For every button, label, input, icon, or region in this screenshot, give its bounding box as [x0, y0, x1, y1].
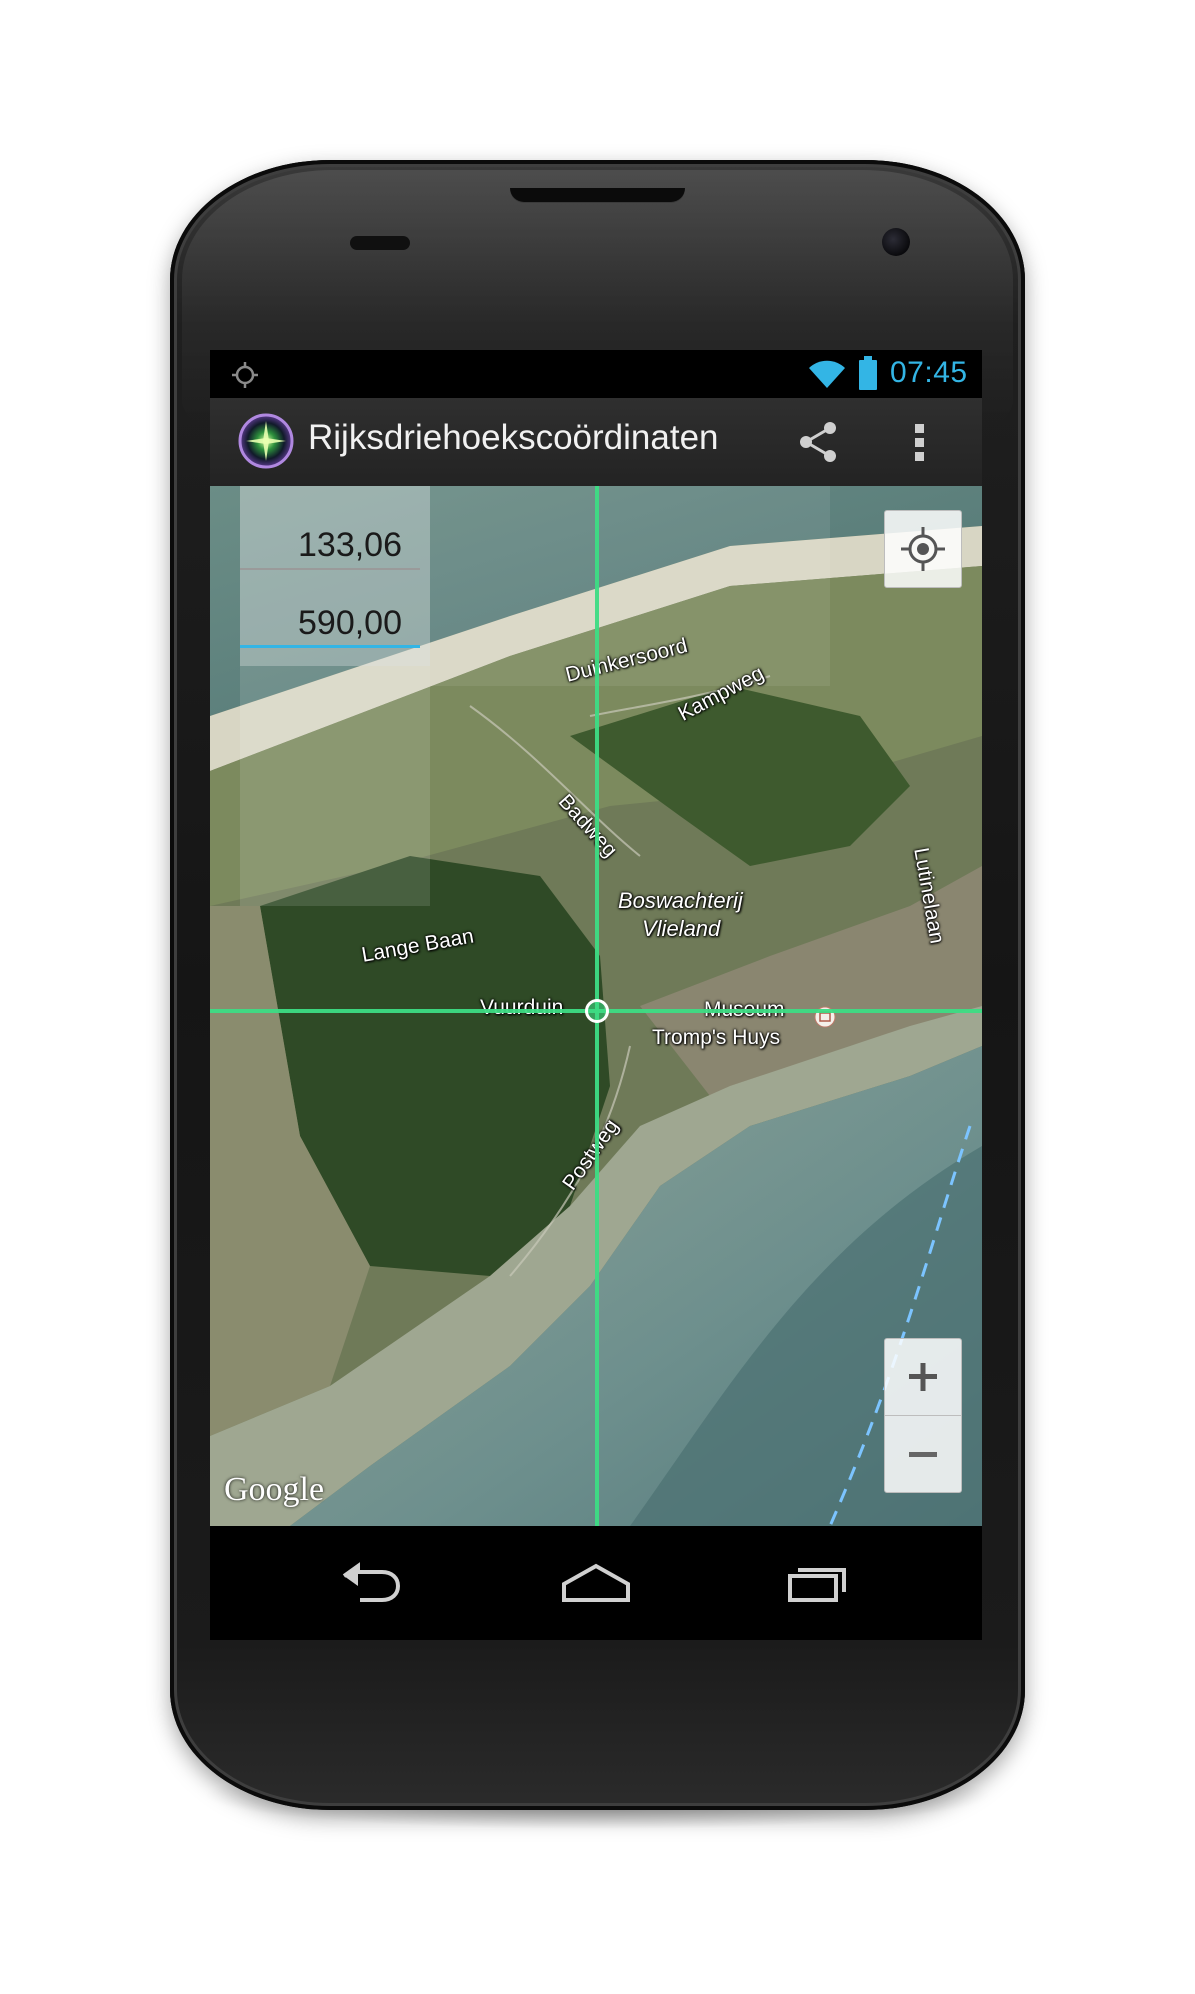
proximity-sensor [350, 236, 410, 250]
navigation-bar [210, 1526, 982, 1640]
app-title: Rijksdriehoekscoördinaten [308, 418, 719, 457]
plus-icon [909, 1363, 937, 1391]
map-label-vuurduin: Vuurduin [480, 996, 564, 1019]
google-attribution: Google [224, 1471, 325, 1508]
recent-apps-icon[interactable] [780, 1554, 860, 1610]
zoom-in-button[interactable] [884, 1338, 962, 1416]
earpiece [510, 188, 685, 202]
action-bar: Rijksdriehoekscoördinaten [210, 398, 982, 487]
y-coordinate-field[interactable]: 590,00 [240, 598, 420, 648]
share-icon[interactable] [790, 414, 846, 470]
stage: 07:45 Rijksdriehoekscoördinaten Duinkers… [0, 0, 1195, 1994]
status-time: 07:45 [890, 356, 968, 389]
zoom-out-button[interactable] [884, 1415, 962, 1493]
screen: 07:45 Rijksdriehoekscoördinaten Duinkers… [210, 350, 982, 1640]
map-label-tromps-huys: Tromp's Huys [652, 1026, 781, 1049]
front-camera [882, 228, 910, 256]
wifi-icon [809, 360, 845, 388]
my-location-button[interactable] [884, 510, 962, 588]
home-icon[interactable] [556, 1554, 636, 1610]
gps-icon [232, 362, 258, 388]
app-icon[interactable] [238, 413, 294, 469]
satellite-map[interactable]: Duinkersoord Kampweg Badweg Boswachterij… [210, 486, 982, 1526]
back-icon[interactable] [330, 1554, 410, 1610]
minus-icon [909, 1452, 937, 1457]
overflow-menu-icon[interactable] [900, 414, 940, 470]
phone-device: 07:45 Rijksdriehoekscoördinaten Duinkers… [170, 160, 1025, 1810]
my-location-icon [901, 527, 945, 571]
crosshair-center-marker [585, 999, 609, 1023]
map-label-vlieland: Vlieland [642, 916, 721, 941]
battery-icon [859, 356, 877, 390]
x-coordinate-field[interactable]: 133,06 [240, 520, 420, 570]
map-label-boswachterij: Boswachterij [618, 888, 743, 913]
status-bar: 07:45 [210, 350, 982, 398]
